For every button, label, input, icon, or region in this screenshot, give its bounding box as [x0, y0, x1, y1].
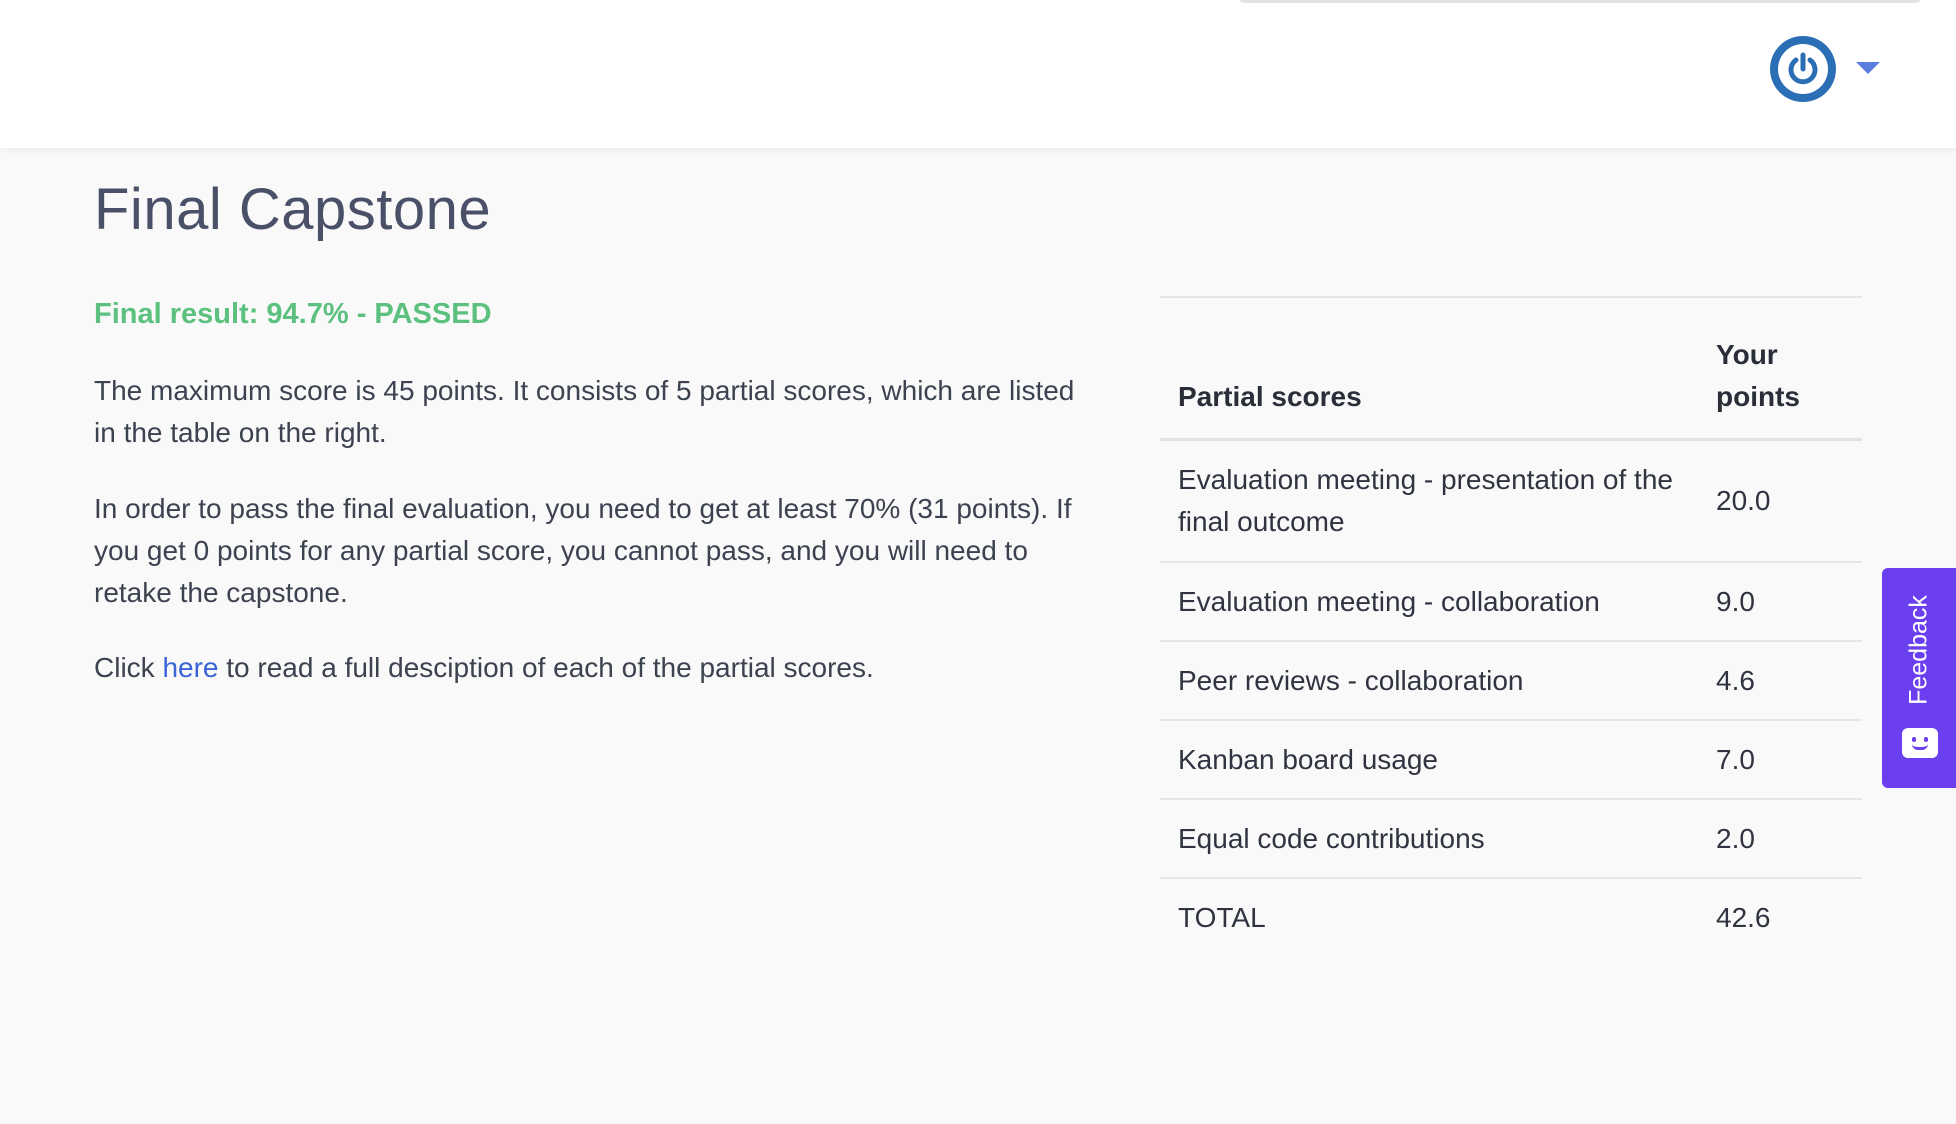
- link-suffix: to read a full desciption of each of the…: [218, 652, 874, 683]
- score-points: 9.0: [1698, 561, 1862, 641]
- power-icon: [1778, 44, 1828, 94]
- feedback-button[interactable]: Feedback: [1882, 568, 1956, 788]
- final-result: Final result: 94.7% - PASSED: [94, 298, 492, 330]
- pass-criteria-text: In order to pass the final evaluation, y…: [94, 493, 1072, 608]
- score-name: Equal code contributions: [1160, 798, 1698, 878]
- navbar-overlay-edge: [1240, 0, 1920, 3]
- table-row: Equal code contributions 2.0: [1160, 798, 1862, 878]
- score-name: Evaluation meeting - collaboration: [1160, 561, 1698, 641]
- score-name: Evaluation meeting - presentation of the…: [1160, 438, 1698, 562]
- score-points: 2.0: [1698, 798, 1862, 878]
- header-partial-scores: Partial scores: [1160, 296, 1698, 441]
- user-avatar[interactable]: [1770, 36, 1836, 102]
- max-score-text: The maximum score is 45 points. It consi…: [94, 375, 1075, 448]
- score-points: 42.6: [1698, 877, 1862, 956]
- top-navbar: [0, 0, 1956, 148]
- description-link[interactable]: here: [162, 652, 218, 683]
- page-title: Final Capstone: [94, 177, 492, 242]
- table-row: Peer reviews - collaboration 4.6: [1160, 640, 1862, 720]
- smiley-chat-icon: [1902, 728, 1938, 758]
- score-points: 20.0: [1698, 438, 1862, 562]
- feedback-label: Feedback: [1904, 595, 1933, 705]
- table-row: Evaluation meeting - presentation of the…: [1160, 438, 1862, 562]
- table-row: Kanban board usage 7.0: [1160, 719, 1862, 799]
- score-name: Peer reviews - collaboration: [1160, 640, 1698, 720]
- score-points: 4.6: [1698, 640, 1862, 720]
- link-prefix: Click: [94, 652, 163, 683]
- header-your-points: Your points: [1698, 296, 1862, 441]
- partial-scores-table: Partial scores Your points Evaluation me…: [1160, 296, 1862, 956]
- score-points: 7.0: [1698, 719, 1862, 799]
- score-name: Kanban board usage: [1160, 719, 1698, 799]
- score-name: TOTAL: [1160, 877, 1698, 956]
- chevron-down-icon[interactable]: [1856, 62, 1880, 74]
- table-header-row: Partial scores Your points: [1160, 296, 1862, 441]
- table-row-total: TOTAL 42.6: [1160, 877, 1862, 956]
- description-link-text: Click here to read a full desciption of …: [94, 647, 1084, 689]
- table-row: Evaluation meeting - collaboration 9.0: [1160, 561, 1862, 641]
